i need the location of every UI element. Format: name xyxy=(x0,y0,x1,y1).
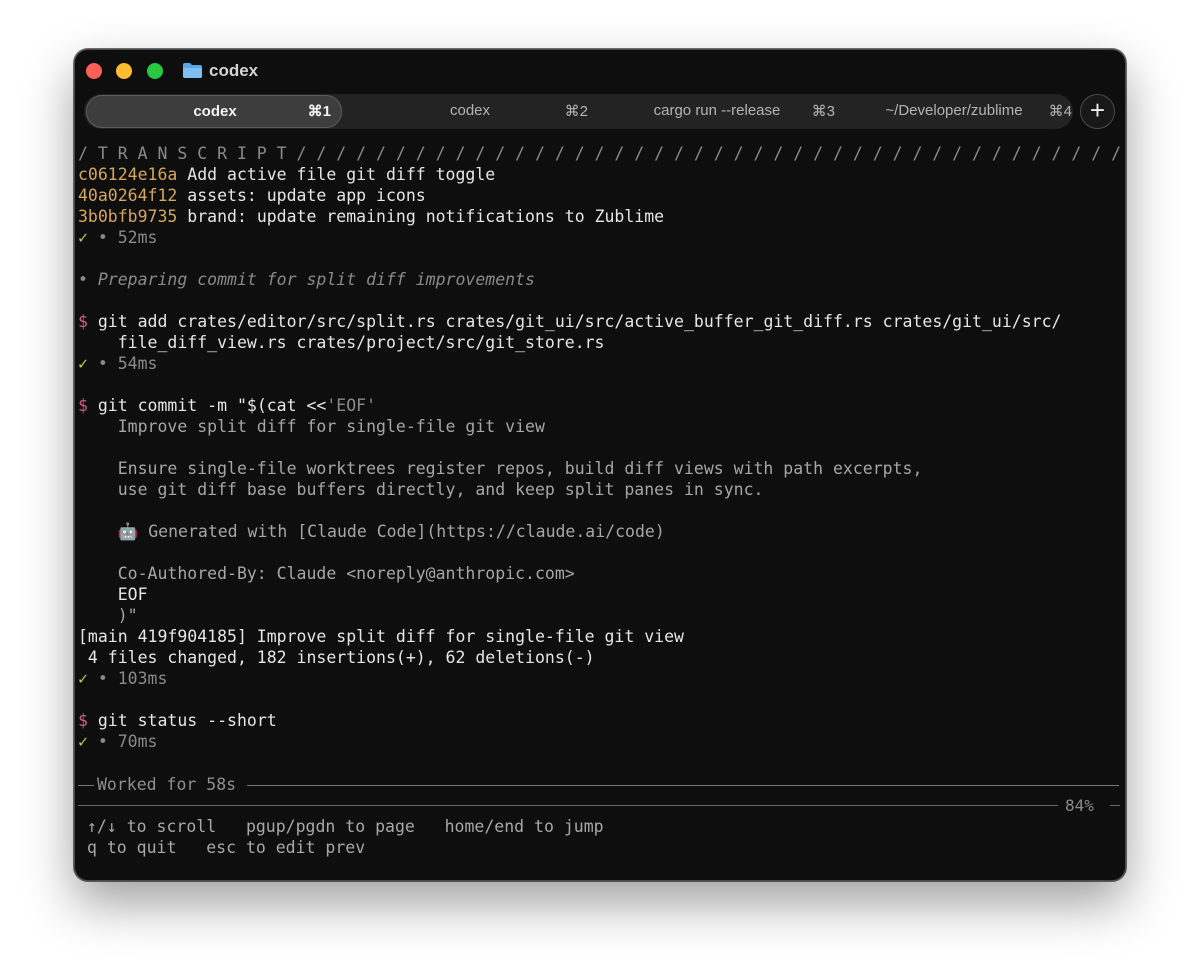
timing-value: • 70ms xyxy=(87,732,158,751)
tab-label: ~/Developer/zublime xyxy=(885,102,1023,119)
terminal-window: codex codex ⌘1 codex ⌘2 cargo run --rele… xyxy=(74,49,1126,881)
tab-label: codex xyxy=(449,102,491,119)
minimize-button[interactable] xyxy=(116,63,132,79)
tab-label: cargo run --release xyxy=(653,102,781,119)
heredoc-line: Ensure single-file worktrees register re… xyxy=(78,459,923,478)
commit-line: c06124e16a Add active file git diff togg… xyxy=(78,164,1123,185)
commit-hash: 40a0264f12 xyxy=(78,186,178,205)
heredoc-line xyxy=(78,500,1123,521)
new-tab-button[interactable]: + xyxy=(1080,94,1115,129)
commit-line: 40a0264f12 assets: update app icons xyxy=(78,185,1123,206)
commit-stats: 4 files changed, 182 insertions(+), 62 d… xyxy=(78,648,595,667)
check-icon: ✓ xyxy=(78,732,88,751)
tab-zublime[interactable]: ~/Developer/zublime ⌘4 xyxy=(826,95,1082,126)
scroll-divider xyxy=(78,805,1058,806)
divider xyxy=(78,785,94,786)
commit-result: [main 419f904185] Improve split diff for… xyxy=(78,627,684,646)
help-footer: ↑/↓ to scroll pgup/pgdn to page home/end… xyxy=(87,816,604,858)
tab-codex-1[interactable]: codex ⌘1 xyxy=(86,95,342,128)
timing-line: ✓ • 54ms xyxy=(78,353,1123,374)
tab-codex-2[interactable]: codex ⌘2 xyxy=(342,95,598,126)
zoom-button[interactable] xyxy=(147,63,163,79)
close-button[interactable] xyxy=(86,63,102,79)
command-text: git add crates/editor/src/split.rs crate… xyxy=(87,312,1062,331)
timing-line: ✓ • 70ms xyxy=(78,731,1123,752)
tab-cargo-run[interactable]: cargo run --release ⌘3 xyxy=(589,95,845,126)
commit-message: assets: update app icons xyxy=(177,186,426,205)
title-bar: codex xyxy=(75,50,1125,92)
commit-line: 3b0bfb9735 brand: update remaining notif… xyxy=(78,206,1123,227)
heredoc-line: use git diff base buffers directly, and … xyxy=(78,480,764,499)
commit-message: Add active file git diff toggle xyxy=(177,165,496,184)
transcript-view[interactable]: / T R A N S C R I P T / / / / / / / / / … xyxy=(78,143,1123,752)
window-title: codex xyxy=(209,61,259,80)
commit-hash: c06124e16a xyxy=(78,165,178,184)
prompt-symbol: $ xyxy=(78,711,88,730)
transcript-header: / T R A N S C R I P T / / / / / / / / / … xyxy=(78,144,1122,163)
command-text: git status --short xyxy=(87,711,277,730)
timing-line: ✓ • 52ms xyxy=(78,227,1123,248)
prompt-symbol: $ xyxy=(78,396,88,415)
help-line: q to quit esc to edit prev xyxy=(87,838,366,857)
scroll-divider xyxy=(1110,805,1120,806)
heredoc-line xyxy=(78,542,1123,563)
timing-value: • 52ms xyxy=(87,228,158,247)
check-icon: ✓ xyxy=(78,669,88,688)
check-icon: ✓ xyxy=(78,228,88,247)
commit-message: brand: update remaining notifications to… xyxy=(177,207,665,226)
scroll-percent: 84% xyxy=(1065,796,1094,815)
tab-shortcut: ⌘2 xyxy=(564,103,588,120)
tab-label: codex xyxy=(193,103,237,120)
heredoc-line: 🤖 Generated with [Claude Code](https://c… xyxy=(78,522,665,541)
command-line: $ git add crates/editor/src/split.rs cra… xyxy=(78,311,1123,332)
commit-hash: 3b0bfb9735 xyxy=(78,207,178,226)
timing-value: • 103ms xyxy=(87,669,168,688)
check-icon: ✓ xyxy=(78,354,88,373)
heredoc-line xyxy=(78,437,1123,458)
command-line: $ git commit -m "$(cat <<'EOF' xyxy=(78,395,1123,416)
help-line: ↑/↓ to scroll pgup/pgdn to page home/end… xyxy=(87,817,604,836)
command-continuation: file_diff_view.rs crates/project/src/git… xyxy=(78,333,605,352)
heredoc-line: Co-Authored-By: Claude <noreply@anthropi… xyxy=(78,564,575,583)
tab-shortcut: ⌘4 xyxy=(1048,103,1072,120)
command-line: $ git status --short xyxy=(78,710,1123,731)
folder-icon xyxy=(183,63,202,78)
command-text: git commit -m "$(cat << xyxy=(87,396,327,415)
tab-shortcut: ⌘1 xyxy=(307,103,331,120)
worked-duration: Worked for 58s xyxy=(97,775,237,794)
timing-value: • 54ms xyxy=(87,354,158,373)
timing-line: ✓ • 103ms xyxy=(78,668,1123,689)
heredoc-eof: EOF xyxy=(78,585,148,604)
divider xyxy=(247,785,1119,786)
status-note: • Preparing commit for split diff improv… xyxy=(78,270,535,289)
prompt-symbol: $ xyxy=(78,312,88,331)
heredoc-close: )" xyxy=(78,606,138,625)
heredoc-line: Improve split diff for single-file git v… xyxy=(78,417,545,436)
heredoc-marker: 'EOF' xyxy=(326,396,377,415)
tab-bar: codex ⌘1 codex ⌘2 cargo run --release ⌘3… xyxy=(84,94,1073,129)
